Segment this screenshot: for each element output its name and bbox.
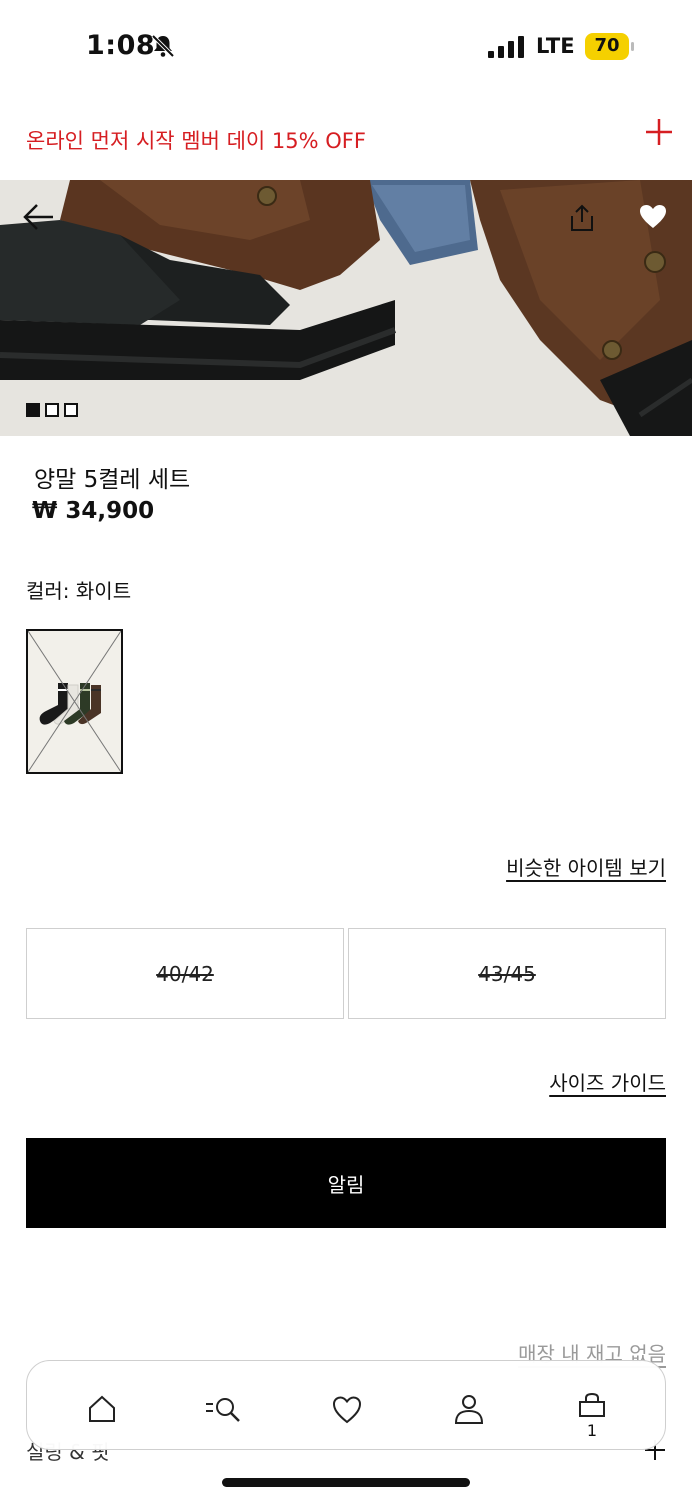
home-indicator bbox=[222, 1478, 470, 1487]
color-swatch[interactable] bbox=[26, 629, 123, 774]
carousel-dot[interactable] bbox=[26, 403, 40, 417]
share-icon[interactable] bbox=[566, 202, 598, 234]
product-image-carousel[interactable] bbox=[0, 180, 692, 436]
notify-button[interactable]: 알림 bbox=[26, 1138, 666, 1228]
size-selector: 40/42 43/45 bbox=[26, 928, 666, 1019]
product-name: 양말 5켤레 세트 bbox=[34, 467, 191, 493]
color-label: 컬러: 화이트 bbox=[26, 579, 132, 603]
status-time: 1:08 bbox=[86, 30, 156, 61]
bell-muted-icon bbox=[151, 34, 175, 58]
size-option-unavailable[interactable]: 43/45 bbox=[348, 928, 666, 1019]
search-icon[interactable] bbox=[203, 1389, 243, 1429]
size-label: 43/45 bbox=[478, 961, 536, 986]
size-guide-link[interactable]: 사이즈 가이드 bbox=[549, 1067, 666, 1096]
size-label: 40/42 bbox=[156, 961, 214, 986]
carousel-indicator bbox=[26, 403, 78, 417]
cart-count-badge: 1 bbox=[586, 1421, 598, 1440]
heart-icon[interactable] bbox=[638, 202, 668, 232]
network-type: LTE bbox=[536, 34, 575, 58]
similar-items-link[interactable]: 비슷한 아이템 보기 bbox=[506, 852, 666, 881]
socks-thumbnail bbox=[28, 631, 121, 772]
wishlist-icon[interactable] bbox=[327, 1389, 367, 1429]
carousel-dot[interactable] bbox=[64, 403, 78, 417]
account-icon[interactable] bbox=[449, 1389, 489, 1429]
battery-level: 70 bbox=[594, 35, 620, 56]
promo-text: 온라인 먼저 시작 멤버 데이 15% OFF bbox=[26, 129, 366, 153]
promo-banner[interactable]: 온라인 먼저 시작 멤버 데이 15% OFF bbox=[0, 108, 692, 168]
product-price: ₩ 34,900 bbox=[32, 498, 155, 524]
signal-icon bbox=[488, 36, 524, 58]
battery-icon: 70 bbox=[585, 33, 635, 60]
bottom-nav: 1 bbox=[26, 1360, 666, 1450]
expand-plus-icon[interactable] bbox=[645, 118, 673, 146]
carousel-dot[interactable] bbox=[45, 403, 59, 417]
home-icon[interactable] bbox=[82, 1389, 122, 1429]
size-option-unavailable[interactable]: 40/42 bbox=[26, 928, 344, 1019]
status-bar: 1:08 LTE 70 bbox=[0, 0, 692, 96]
back-arrow-icon[interactable] bbox=[22, 200, 56, 234]
